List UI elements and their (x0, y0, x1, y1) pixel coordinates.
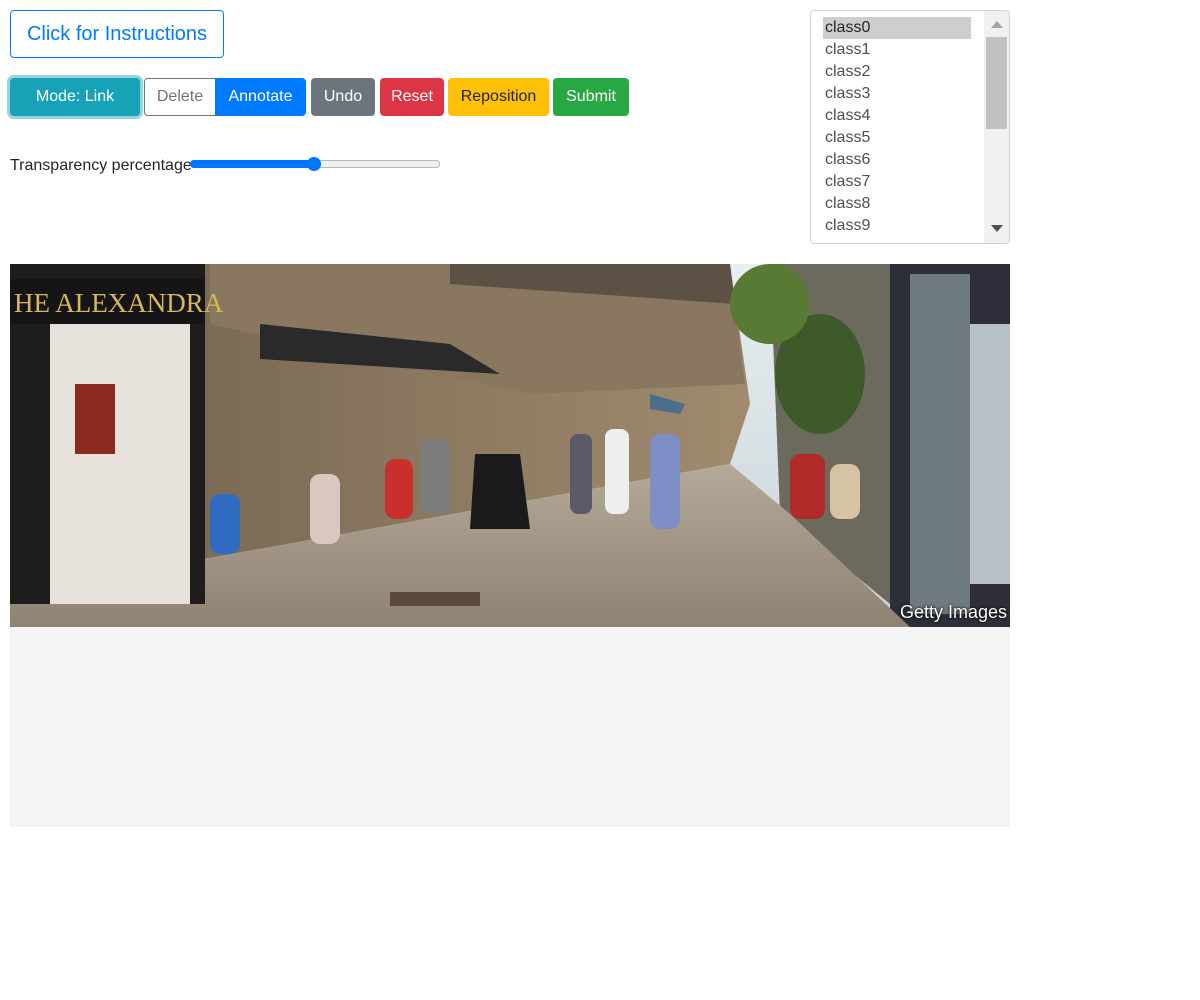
reposition-button[interactable]: Reposition (448, 78, 549, 116)
scroll-thumb[interactable] (986, 37, 1007, 129)
class-option[interactable]: class0 (823, 17, 971, 39)
watermark: Getty Images (899, 602, 1007, 622)
class-option[interactable]: class1 (823, 39, 971, 61)
instructions-button[interactable]: Click for Instructions (10, 10, 224, 58)
submit-button[interactable]: Submit (553, 78, 629, 116)
class-option[interactable]: class9 (823, 215, 971, 237)
scroll-up-arrow-icon[interactable] (991, 21, 1003, 28)
class-option[interactable]: class2 (823, 61, 971, 83)
annotation-canvas[interactable]: HE ALEXANDRA Getty Images (10, 264, 1010, 827)
delete-button[interactable]: Delete (144, 78, 216, 116)
slider-thumb[interactable] (307, 157, 321, 171)
class-option[interactable]: class7 (823, 171, 971, 193)
class-select-list[interactable]: class0 class1 class2 class3 class4 class5 clas… (810, 10, 1010, 244)
transparency-label: Transparency percentage (10, 157, 192, 174)
scroll-down-arrow-icon[interactable] (991, 225, 1003, 232)
slider-fill (190, 160, 314, 168)
street-scene-image: HE ALEXANDRA (10, 264, 1010, 627)
class-option[interactable]: class3 (823, 83, 971, 105)
annotate-button[interactable]: Annotate (215, 78, 306, 116)
class-option[interactable]: class8 (823, 193, 971, 215)
mode-link-button[interactable]: Mode: Link (10, 78, 140, 116)
transparency-slider[interactable] (190, 157, 440, 171)
street-photo[interactable]: HE ALEXANDRA Getty Images (10, 264, 1010, 627)
sign-text: HE ALEXANDRA (14, 288, 224, 318)
class-option[interactable]: class5 (823, 127, 971, 149)
list-scrollbar[interactable] (984, 11, 1009, 243)
undo-button[interactable]: Undo (311, 78, 375, 116)
class-items: class0 class1 class2 class3 class4 class5 clas… (823, 17, 971, 237)
class-option[interactable]: class6 (823, 149, 971, 171)
reset-button[interactable]: Reset (380, 78, 444, 116)
class-option[interactable]: class4 (823, 105, 971, 127)
